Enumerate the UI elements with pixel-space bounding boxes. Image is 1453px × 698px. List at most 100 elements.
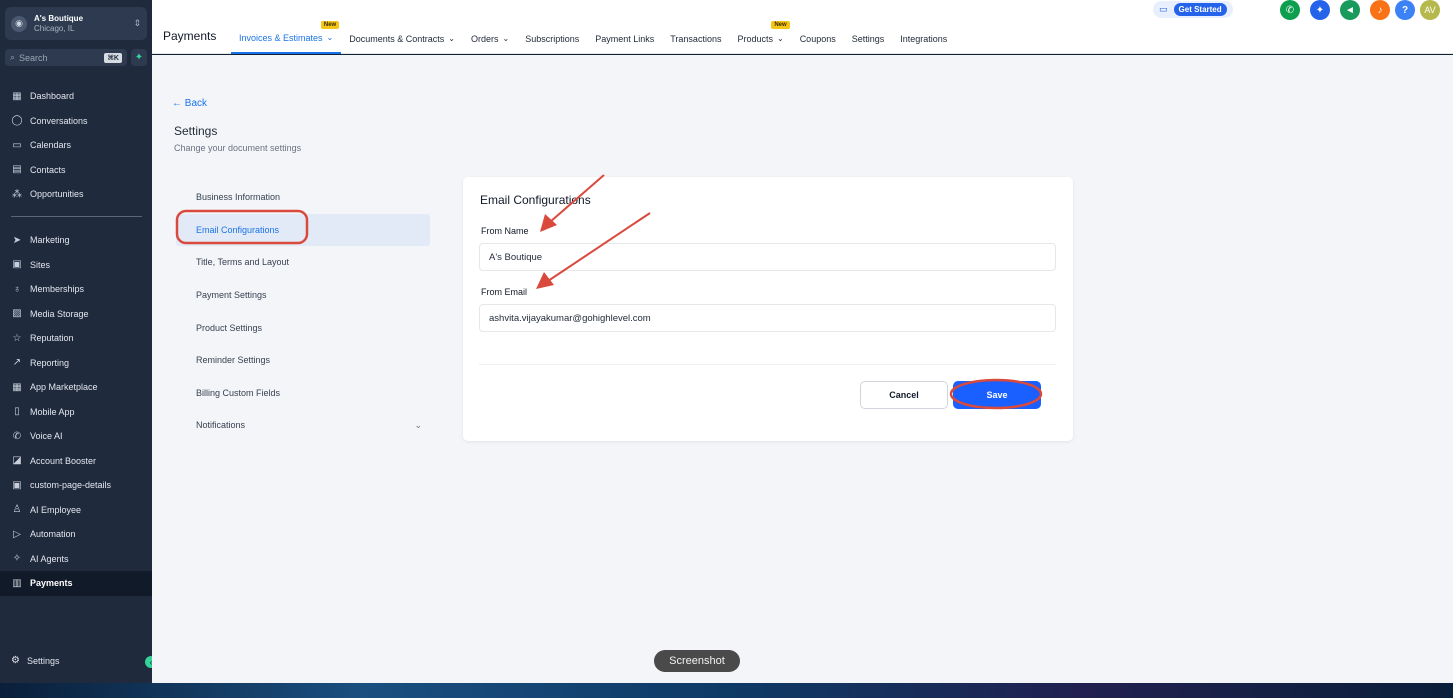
- sidebar-item-dashboard[interactable]: ▦ Dashboard: [0, 84, 152, 109]
- image-icon: ▨: [12, 308, 22, 320]
- user-icon: ♙: [12, 504, 22, 516]
- chevron-down-icon: ⌄: [414, 419, 422, 430]
- chevron-down-icon: ⌄: [448, 34, 455, 43]
- sidebar-item-payments[interactable]: ▥ Payments: [0, 571, 152, 596]
- screenshot-tooltip: Screenshot: [654, 650, 740, 672]
- star-icon: ☆: [12, 332, 22, 344]
- sidebar-item-settings[interactable]: ⚙ Settings: [11, 655, 60, 666]
- chevron-down-icon: ⌄: [326, 33, 334, 42]
- email-configurations-card: Email Configurations From Name From Emai…: [463, 177, 1073, 441]
- sidebar-item-opportunities[interactable]: ⁂ Opportunities: [0, 182, 152, 207]
- tab-payment-links[interactable]: Payment Links: [587, 23, 662, 54]
- sidebar-item-sites[interactable]: ▣ Sites: [0, 253, 152, 278]
- card-divider: [479, 364, 1056, 365]
- sidebar-item-reputation[interactable]: ☆ Reputation: [0, 326, 152, 351]
- account-avatar-icon: ◉: [11, 15, 27, 32]
- phone-call-icon: ✆: [12, 430, 22, 442]
- from-name-input[interactable]: [479, 243, 1056, 271]
- get-started-button[interactable]: ▭ Get Started: [1153, 1, 1233, 18]
- page-title: Payments: [163, 29, 217, 43]
- search-placeholder: Search: [19, 52, 48, 63]
- sparkle-icon: ✧: [12, 553, 22, 565]
- phone-button[interactable]: ✆: [1280, 0, 1300, 20]
- account-switcher[interactable]: ◉ A's Boutique Chicago, IL ⇕: [5, 7, 147, 40]
- menu-business-information[interactable]: Business Information: [176, 181, 430, 214]
- menu-notifications[interactable]: Notifications ⌄: [176, 409, 430, 442]
- menu-billing-custom-fields[interactable]: Billing Custom Fields: [176, 377, 430, 410]
- announcements-button[interactable]: ◄: [1340, 0, 1360, 20]
- award-icon: ♁: [13, 283, 21, 295]
- sidebar-item-media-storage[interactable]: ▨ Media Storage: [0, 302, 152, 327]
- phone-icon: ▯: [14, 406, 20, 418]
- calendar-icon: ▭: [12, 139, 22, 151]
- tab-settings[interactable]: Settings: [844, 23, 893, 54]
- sidebar-item-account-booster[interactable]: ◪ Account Booster: [0, 449, 152, 474]
- sidebar-item-app-marketplace[interactable]: ▦ App Marketplace: [0, 375, 152, 400]
- chat-icon: ◯: [11, 115, 23, 127]
- sidebar-item-ai-employee[interactable]: ♙ AI Employee: [0, 498, 152, 523]
- tab-invoices-estimates[interactable]: Invoices & Estimates ⌄ New: [231, 21, 342, 54]
- booster-icon: ◪: [12, 455, 22, 467]
- menu-title-terms-layout[interactable]: Title, Terms and Layout: [176, 246, 430, 279]
- menu-payment-settings[interactable]: Payment Settings: [176, 279, 430, 312]
- sidebar-item-voice-ai[interactable]: ✆ Voice AI: [0, 424, 152, 449]
- send-icon: ➤: [12, 234, 22, 246]
- sidebar-item-conversations[interactable]: ◯ Conversations: [0, 109, 152, 134]
- tab-integrations[interactable]: Integrations: [892, 23, 955, 54]
- card-title: Email Configurations: [480, 193, 591, 207]
- sidebar-item-memberships[interactable]: ♁ Memberships: [0, 277, 152, 302]
- sidebar: ◉ A's Boutique Chicago, IL ⇕ ⌕ Search ⌘K…: [0, 0, 157, 683]
- account-name: A's Boutique: [34, 13, 84, 23]
- card-icon: ▭: [1159, 4, 1168, 14]
- play-icon: ▷: [13, 528, 21, 540]
- user-avatar[interactable]: AV: [1420, 0, 1440, 20]
- sidebar-item-reporting[interactable]: ↗ Reporting: [0, 351, 152, 376]
- bell-icon: ♪: [1377, 4, 1383, 16]
- menu-email-configurations[interactable]: Email Configurations: [176, 213, 430, 247]
- tab-documents-contracts[interactable]: Documents & Contracts ⌄: [341, 23, 463, 54]
- menu-product-settings[interactable]: Product Settings: [176, 311, 430, 344]
- sidebar-divider: [11, 216, 142, 217]
- gear-icon: ⚙: [11, 655, 20, 666]
- search-input[interactable]: ⌕ Search ⌘K: [5, 49, 127, 66]
- cancel-button[interactable]: Cancel: [860, 381, 948, 409]
- help-icon: ?: [1401, 4, 1409, 16]
- opportunities-icon: ⁂: [12, 188, 22, 200]
- tab-coupons[interactable]: Coupons: [792, 23, 844, 54]
- phone-icon: ✆: [1285, 4, 1295, 16]
- megaphone-icon: ◄: [1345, 4, 1355, 16]
- sidebar-item-automation[interactable]: ▷ Automation: [0, 522, 152, 547]
- sidebar-item-contacts[interactable]: ▤ Contacts: [0, 158, 152, 183]
- page-icon: ▣: [12, 479, 22, 491]
- sidebar-item-marketing[interactable]: ➤ Marketing: [0, 228, 152, 253]
- sidebar-item-ai-agents[interactable]: ✧ AI Agents: [0, 547, 152, 572]
- quick-action-button[interactable]: ✦: [131, 49, 147, 66]
- tab-orders[interactable]: Orders ⌄: [463, 23, 517, 54]
- from-email-label: From Email: [481, 287, 528, 297]
- ai-sparkle-icon: ✦: [1315, 4, 1325, 16]
- sidebar-item-mobile-app[interactable]: ▯ Mobile App: [0, 400, 152, 425]
- back-link[interactable]: ← Back: [172, 98, 207, 109]
- menu-reminder-settings[interactable]: Reminder Settings: [176, 344, 430, 377]
- tab-transactions[interactable]: Transactions: [662, 23, 729, 54]
- trend-icon: ↗: [12, 357, 22, 369]
- search-shortcut: ⌘K: [104, 52, 122, 63]
- desktop-dock: [0, 683, 1453, 698]
- chevron-down-icon: ⌄: [502, 34, 510, 43]
- grid-icon: ▦: [12, 381, 22, 393]
- help-button[interactable]: ?: [1395, 0, 1415, 20]
- save-button[interactable]: Save: [953, 381, 1041, 409]
- sidebar-item-calendars[interactable]: ▭ Calendars: [0, 133, 152, 158]
- tab-products[interactable]: Products ⌄ New: [729, 21, 791, 54]
- settings-title: Settings: [174, 124, 218, 138]
- settings-subtitle: Change your document settings: [174, 143, 302, 153]
- new-badge: New: [771, 21, 790, 29]
- arrow-left-icon: ←: [172, 98, 182, 109]
- notifications-button[interactable]: ♪: [1370, 0, 1390, 20]
- new-badge: New: [320, 21, 340, 29]
- sidebar-top-nav: ▦ Dashboard ◯ Conversations ▭ Calendars ▤ Co…: [0, 84, 152, 207]
- from-email-input[interactable]: [479, 304, 1056, 332]
- sidebar-item-custom-page-details[interactable]: ▣ custom-page-details: [0, 473, 152, 498]
- tab-subscriptions[interactable]: Subscriptions: [517, 23, 587, 54]
- ai-assistant-button[interactable]: ✦: [1310, 0, 1330, 20]
